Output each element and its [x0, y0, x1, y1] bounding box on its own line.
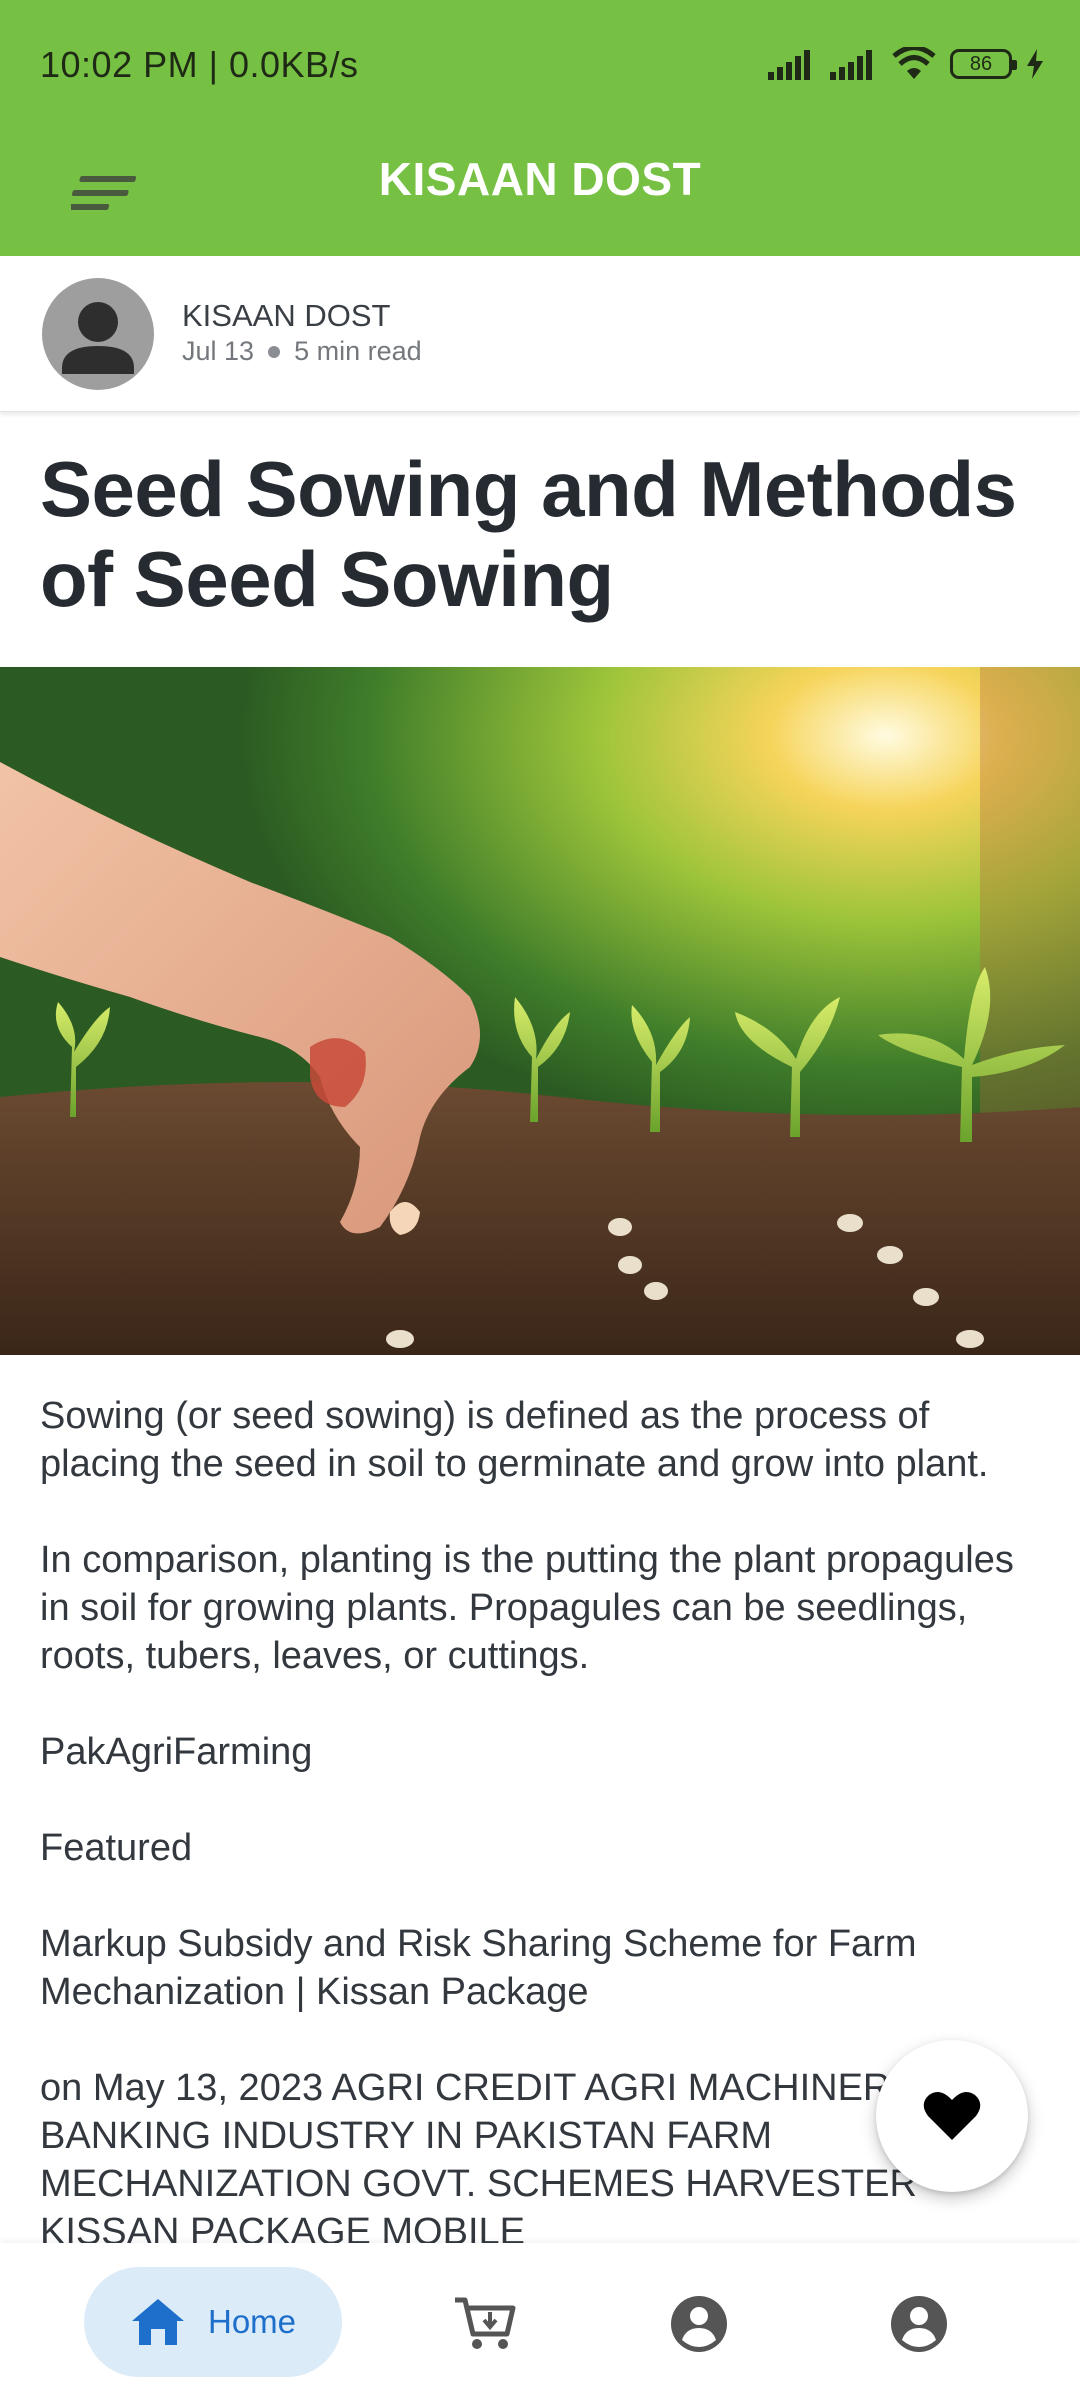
heart-icon — [923, 2091, 981, 2140]
author-name: KISAAN DOST — [182, 298, 391, 333]
article-paragraph: PakAgriFarming — [40, 1731, 313, 1773]
article-title: Seed Sowing and Methods of Seed Sowing — [40, 445, 1017, 623]
person-icon — [62, 302, 134, 374]
article-paragraph: Featured — [40, 1827, 193, 1869]
article-paragraph: In comparison, planting is the putting t… — [40, 1539, 1014, 1677]
signal-icon — [768, 50, 810, 80]
favorite-button[interactable] — [876, 2040, 1028, 2192]
nav-profile[interactable] — [874, 2279, 964, 2369]
battery-icon: 86 — [950, 49, 1017, 79]
profile-icon — [891, 2296, 947, 2352]
cart-icon — [455, 2297, 516, 2349]
post-date: Jul 13 — [182, 336, 255, 366]
article-paragraph: Markup Subsidy and Risk Sharing Scheme f… — [40, 1923, 917, 2013]
bottom-nav: Home — [0, 2243, 1080, 2400]
nav-cart[interactable] — [440, 2279, 530, 2369]
status-time: 10:02 PM | 0.0KB/s — [40, 44, 359, 85]
article-paragraph: Sowing (or seed sowing) is defined as th… — [40, 1395, 989, 1485]
charging-icon — [1027, 49, 1043, 79]
nav-home[interactable]: Home — [84, 2267, 342, 2377]
status-bar: 10:02 PM | 0.0KB/s 86 — [0, 0, 1080, 132]
account-icon — [671, 2296, 727, 2352]
author-header: KISAAN DOST Jul 13 5 min read — [0, 256, 1080, 412]
signal-icon-2 — [830, 50, 872, 80]
app-bar: KISAAN DOST — [0, 132, 1080, 256]
hero-image — [0, 667, 1080, 1355]
nav-account[interactable] — [654, 2279, 744, 2369]
author-meta: Jul 13 5 min read — [182, 336, 422, 367]
separator-dot — [268, 345, 281, 358]
wifi-icon — [892, 47, 936, 79]
status-icons: 86 — [768, 44, 1044, 84]
app-title: KISAAN DOST — [378, 153, 702, 205]
article-body: Sowing (or seed sowing) is defined as th… — [40, 1392, 1040, 2304]
avatar[interactable] — [42, 278, 154, 390]
read-time: 5 min read — [294, 336, 422, 366]
nav-home-label: Home — [207, 2303, 297, 2340]
top-bar: 10:02 PM | 0.0KB/s 86 KISAAN DOST — [0, 0, 1080, 256]
home-icon — [131, 2299, 184, 2345]
